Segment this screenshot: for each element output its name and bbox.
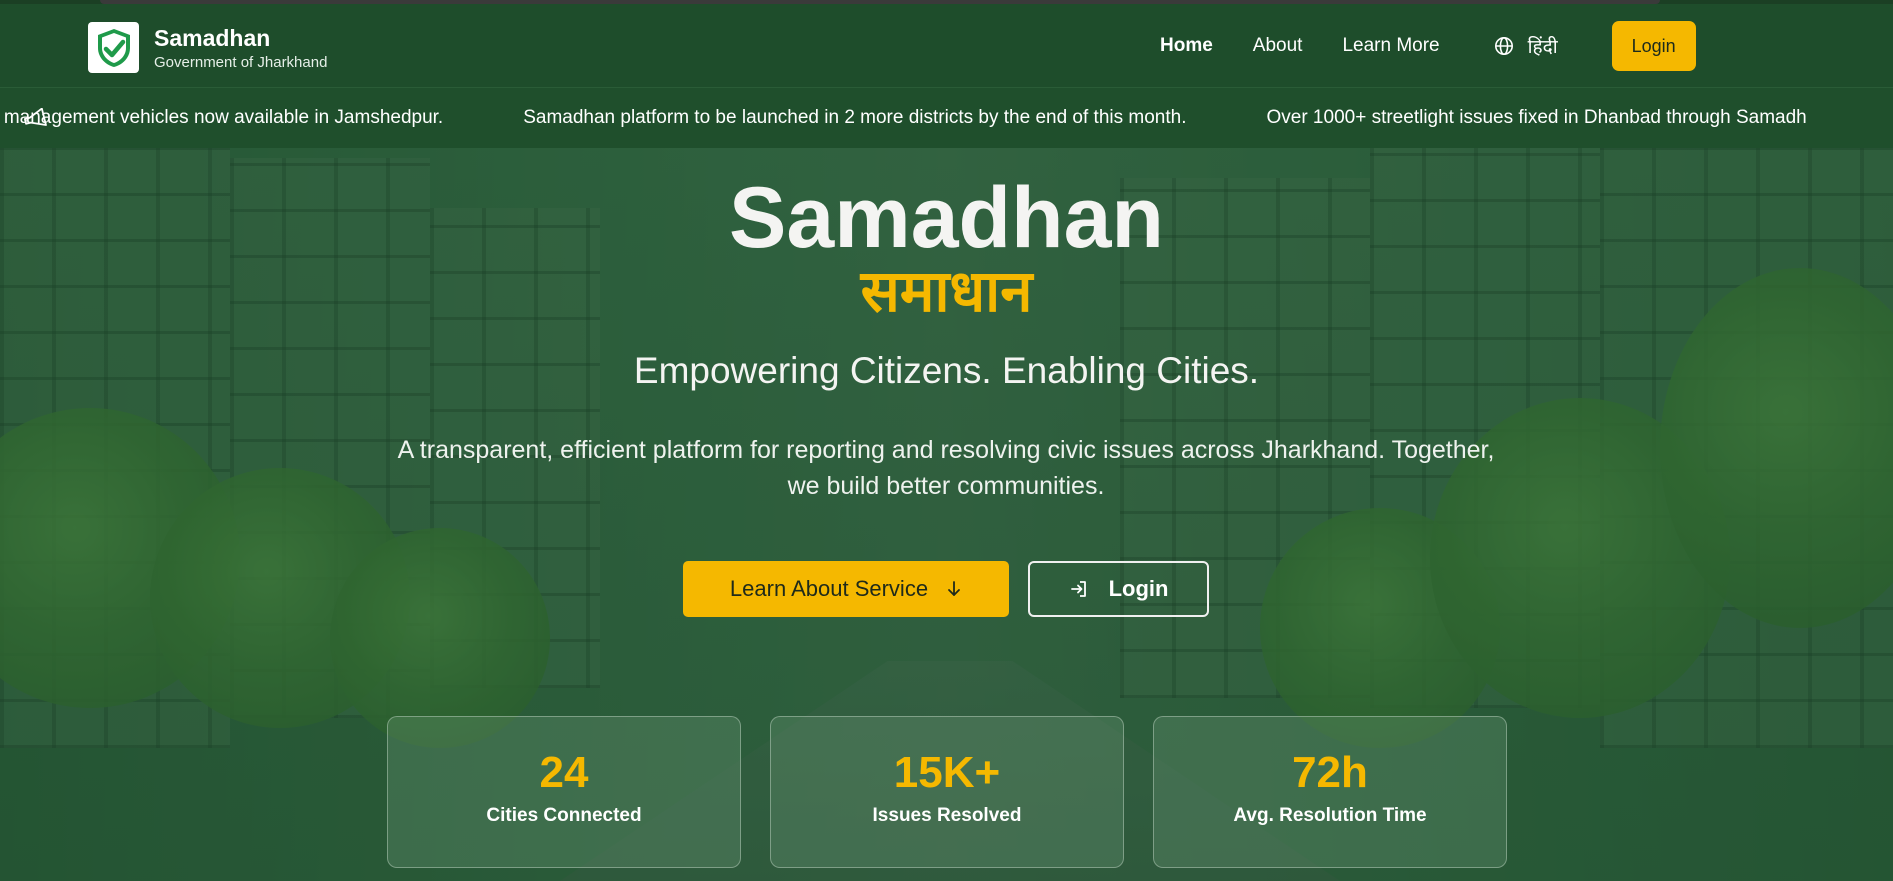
hero-login-label: Login (1108, 576, 1169, 601)
language-toggle[interactable]: हिंदी (1494, 33, 1558, 59)
stat-card-cities: 24 Cities Connected (387, 716, 741, 868)
hero-description: A transparent, efficient platform for re… (397, 436, 1495, 500)
stat-label: Avg. Resolution Time (1233, 805, 1427, 826)
ticker-track: e management vehicles now available in J… (0, 88, 1887, 148)
language-label: हिंदी (1527, 36, 1558, 58)
hero-tagline: Empowering Citizens. Enabling Cities. (633, 350, 1260, 391)
arrow-down-icon (948, 581, 960, 596)
hero-section: Samadhan समाधान Empowering Citizens. Ena… (0, 148, 1893, 881)
navbar: Samadhan Government of Jharkhand Home Ab… (0, 4, 1893, 88)
brand[interactable]: Samadhan Government of Jharkhand (88, 22, 327, 73)
stat-card-resolution: 72h Avg. Resolution Time (1153, 716, 1507, 868)
stat-card-issues: 15K+ Issues Resolved (770, 716, 1124, 868)
globe-icon (1494, 37, 1513, 55)
stat-value: 24 (539, 748, 589, 797)
page: Samadhan Government of Jharkhand Home Ab… (0, 0, 1893, 881)
check-shield-icon (88, 22, 139, 73)
login-icon (1070, 581, 1086, 597)
nav-links: Home About Learn More हिंदी Login (1160, 4, 1696, 88)
ticker-item: e management vehicles now available in J… (0, 107, 444, 128)
nav-link-about[interactable]: About (1253, 35, 1303, 57)
stat-label: Cities Connected (486, 805, 642, 826)
brand-text: Samadhan Government of Jharkhand (154, 24, 327, 72)
stat-label: Issues Resolved (872, 805, 1022, 826)
brand-subtitle: Government of Jharkhand (154, 53, 328, 71)
brand-name: Samadhan (154, 24, 271, 51)
nav-login-button[interactable]: Login (1611, 21, 1696, 71)
nav-link-learn-more[interactable]: Learn More (1342, 35, 1439, 57)
megaphone-icon (23, 108, 47, 126)
learn-about-service-label: Learn About Service (729, 576, 929, 601)
stat-value: 72h (1292, 748, 1368, 797)
hero-title: Samadhan (729, 170, 1164, 266)
news-ticker: e management vehicles now available in J… (0, 88, 1893, 148)
ticker-item: Over 1000+ streetlight issues fixed in D… (1266, 107, 1807, 128)
stat-value: 15K+ (893, 748, 1001, 797)
learn-about-service-button[interactable]: Learn About Service (683, 561, 1009, 617)
hero-login-button[interactable]: Login (1028, 561, 1209, 617)
nav-link-home[interactable]: Home (1160, 35, 1213, 57)
ticker-item: Samadhan platform to be launched in 2 mo… (523, 107, 1187, 128)
hero-title-hindi: समाधान (860, 257, 1033, 325)
